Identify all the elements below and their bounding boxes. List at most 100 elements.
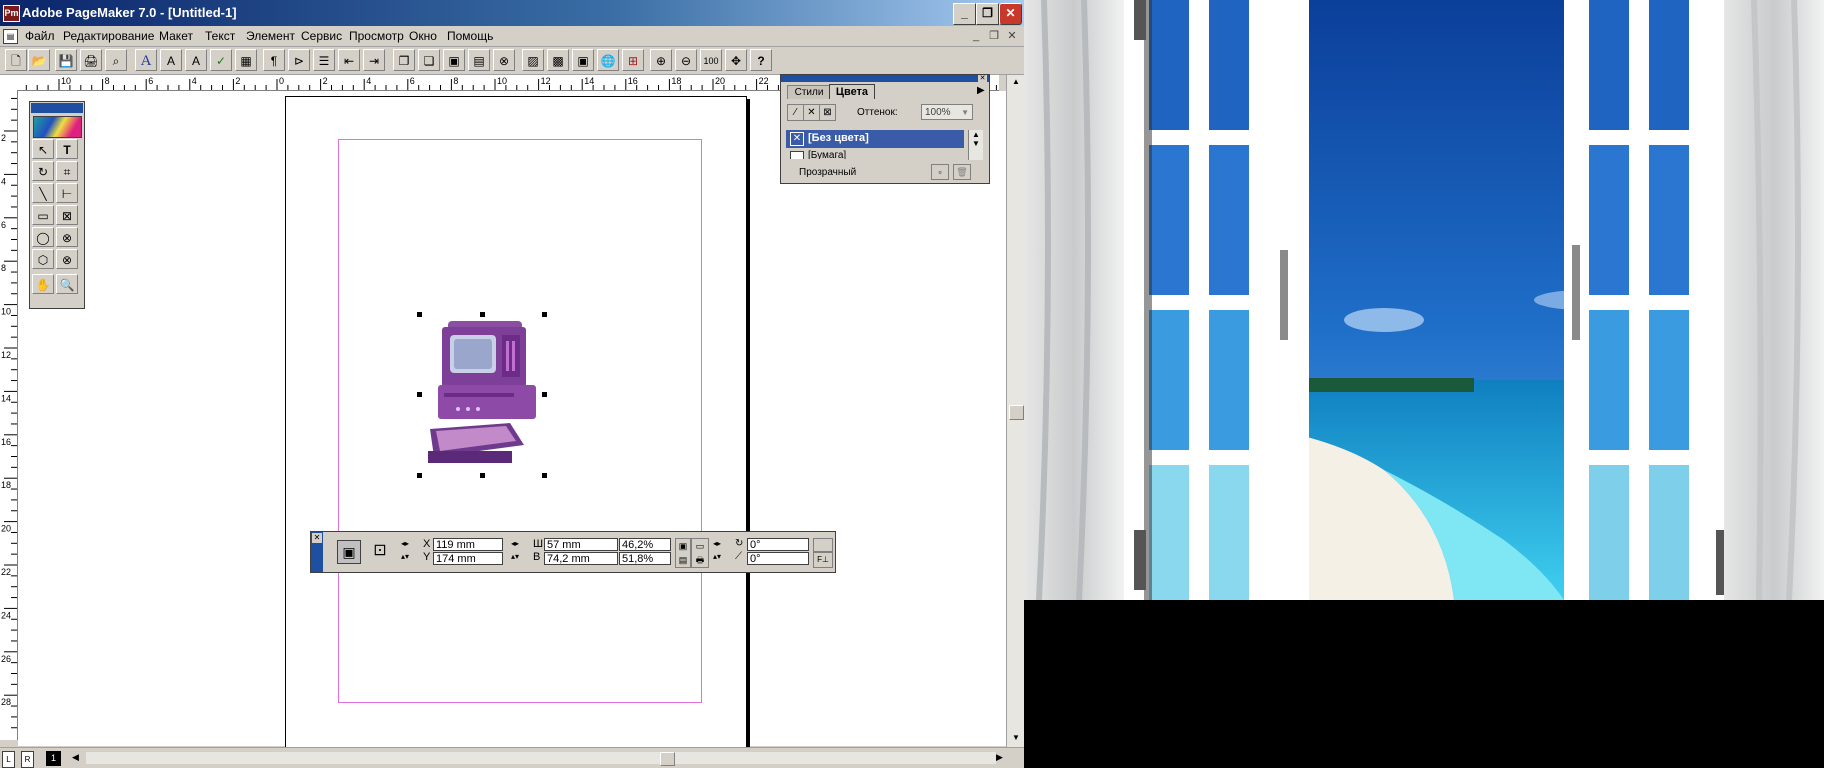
open-icon[interactable]: 📂 (28, 49, 50, 71)
selection-handle[interactable] (417, 312, 422, 317)
palette-close-icon[interactable]: ✕ (978, 75, 987, 82)
hscroll-thumb[interactable] (660, 752, 675, 766)
selection-handle[interactable] (480, 473, 485, 478)
doc-close-button[interactable]: ✕ (1005, 30, 1019, 42)
tint-dropdown[interactable]: 100% ▼ (921, 104, 973, 120)
toolbox-titlebar[interactable] (31, 103, 83, 113)
scroll-down-arrow-icon[interactable]: ▼ (1008, 731, 1024, 745)
image-icon[interactable]: ▣ (572, 49, 594, 71)
constrained-line-tool-icon[interactable]: ⊢ (56, 183, 78, 203)
text-tool-icon[interactable]: T (56, 139, 78, 159)
print-icon[interactable]: 🖨 (80, 49, 102, 71)
palette-menu-arrow-icon[interactable]: ▶ (977, 85, 985, 96)
bullets-icon[interactable]: ☰ (313, 49, 335, 71)
line-tool-icon[interactable]: ╲ (32, 183, 54, 203)
list-scrollbar[interactable]: ▲ ▼ (968, 130, 983, 160)
save-icon[interactable]: 💾 (55, 49, 77, 71)
page-tab-right[interactable]: R (21, 751, 34, 768)
pdf-icon[interactable]: ⊞ (622, 49, 644, 71)
selection-handle[interactable] (542, 312, 547, 317)
nudge-y-icon[interactable]: ▴▾ (401, 552, 421, 564)
polygon-frame-tool-icon[interactable]: ⊗ (56, 249, 78, 269)
printer-resolution-icon[interactable]: ▭ 🖶 (691, 538, 709, 568)
selection-handle[interactable] (480, 312, 485, 317)
menu-utilities[interactable]: Сервис (301, 29, 342, 43)
nudge-w-icon[interactable]: ◂▸ (511, 539, 531, 551)
nudge-skew-icon[interactable]: ▴▾ (713, 552, 733, 564)
zoom-out-icon[interactable]: ⊖ (675, 49, 697, 71)
fill-icon[interactable]: ▦ (235, 49, 257, 71)
doc-restore-button[interactable]: ❐ (987, 30, 1001, 42)
menu-help[interactable]: Помощь (447, 29, 493, 43)
scale-height-field[interactable]: 51,8% (619, 552, 671, 565)
height-field[interactable]: 74,2 mm (544, 552, 618, 565)
indent-tabs-icon[interactable]: ⊳ (288, 49, 310, 71)
nudge-rotate-icon[interactable]: ◂▸ (713, 539, 733, 551)
y-position-field[interactable]: 174 mm (433, 552, 503, 565)
doc-minimize-button[interactable]: _ (969, 30, 983, 42)
flip-reflect-icon[interactable] (813, 538, 833, 552)
polygon-tool-icon[interactable]: ⬡ (32, 249, 54, 269)
nudge-h-icon[interactable]: ▴▾ (511, 552, 531, 564)
rectangle-frame-tool-icon[interactable]: ⊠ (56, 205, 78, 225)
zoom-tool-icon[interactable]: 🔍 (56, 274, 78, 294)
hand-tool-icon[interactable]: ✋ (32, 274, 54, 294)
frame-icon[interactable]: ▣ (443, 49, 465, 71)
rectangle-tool-icon[interactable]: ▭ (32, 205, 54, 225)
nudge-x-icon[interactable]: ◂▸ (401, 539, 421, 551)
x-position-field[interactable]: 119 mm (433, 538, 503, 551)
trash-icon[interactable]: 🗑 (953, 164, 971, 180)
object-type-icon[interactable]: ▣ (337, 540, 361, 564)
ellipse-frame-tool-icon[interactable]: ⊗ (56, 227, 78, 247)
scroll-up-arrow-icon[interactable]: ▲ (1008, 75, 1024, 89)
crop-tool-icon[interactable]: ⌗ (56, 161, 78, 181)
document-icon[interactable]: ▤ (3, 29, 18, 44)
rotation-field[interactable]: 0° (747, 538, 809, 551)
tab-colors[interactable]: Цвета (829, 84, 875, 99)
font-size-up-icon[interactable]: A (160, 49, 182, 71)
vertical-ruler[interactable]: 2 4 6 8 10 12 14 16 18 20 22 24 26 28 (0, 90, 18, 740)
scale-width-field[interactable]: 46,2% (619, 538, 671, 551)
new-color-icon[interactable]: ▫ (931, 164, 949, 180)
scroll-left-arrow-icon[interactable]: ◀ (72, 752, 79, 763)
fill-none-icon[interactable]: ✕ (803, 104, 820, 121)
scroll-track[interactable] (86, 752, 996, 764)
selection-handle[interactable] (542, 473, 547, 478)
new-document-icon[interactable]: 🗋 (5, 49, 27, 71)
copy-icon[interactable]: ❐ (393, 49, 415, 71)
fit-window-icon[interactable]: ✥ (725, 49, 747, 71)
help-icon[interactable]: ? (750, 49, 772, 71)
tab-styles[interactable]: Стили (787, 85, 831, 99)
reflect-icon[interactable]: F⊥ (813, 552, 833, 568)
indent-icon[interactable]: ⇥ (363, 49, 385, 71)
find-icon[interactable]: ⌕ (105, 49, 127, 71)
scroll-thumb[interactable] (1009, 405, 1024, 420)
ruler-origin[interactable] (0, 75, 20, 91)
image-control-icon[interactable]: ▨ (522, 49, 544, 71)
selection-handle[interactable] (417, 473, 422, 478)
links-icon[interactable]: ⊗ (493, 49, 515, 71)
rotate-tool-icon[interactable]: ↻ (32, 161, 54, 181)
placed-image[interactable] (418, 313, 546, 473)
close-button[interactable]: ✕ (999, 3, 1022, 25)
colors-palette-titlebar[interactable] (781, 75, 989, 82)
maximize-button[interactable]: ❐ (976, 3, 999, 25)
menu-layout[interactable]: Макет (159, 29, 193, 43)
fill-and-stroke-icon[interactable]: ⊠ (819, 104, 836, 121)
menu-view[interactable]: Просмотр (349, 29, 404, 43)
width-field[interactable]: 57 mm (544, 538, 618, 551)
reference-point-icon[interactable]: ⊡ (367, 539, 393, 563)
actual-size-icon[interactable]: 100 (700, 49, 722, 71)
color-list-item-none[interactable]: ✕ [Без цвета] (786, 130, 964, 148)
zoom-in-icon[interactable]: ⊕ (650, 49, 672, 71)
paste-icon[interactable]: ❏ (418, 49, 440, 71)
paragraph-icon[interactable]: ¶ (263, 49, 285, 71)
control-close-icon[interactable]: ✕ (312, 533, 322, 543)
selection-handle[interactable] (542, 392, 547, 397)
character-icon[interactable]: A (135, 49, 157, 71)
menu-file[interactable]: Файл (25, 29, 55, 43)
skew-field[interactable]: 0° (747, 552, 809, 565)
outdent-icon[interactable]: ⇤ (338, 49, 360, 71)
color-list-item-paper[interactable]: [Бумага] (786, 149, 964, 159)
spelling-icon[interactable]: ✓ (210, 49, 232, 71)
